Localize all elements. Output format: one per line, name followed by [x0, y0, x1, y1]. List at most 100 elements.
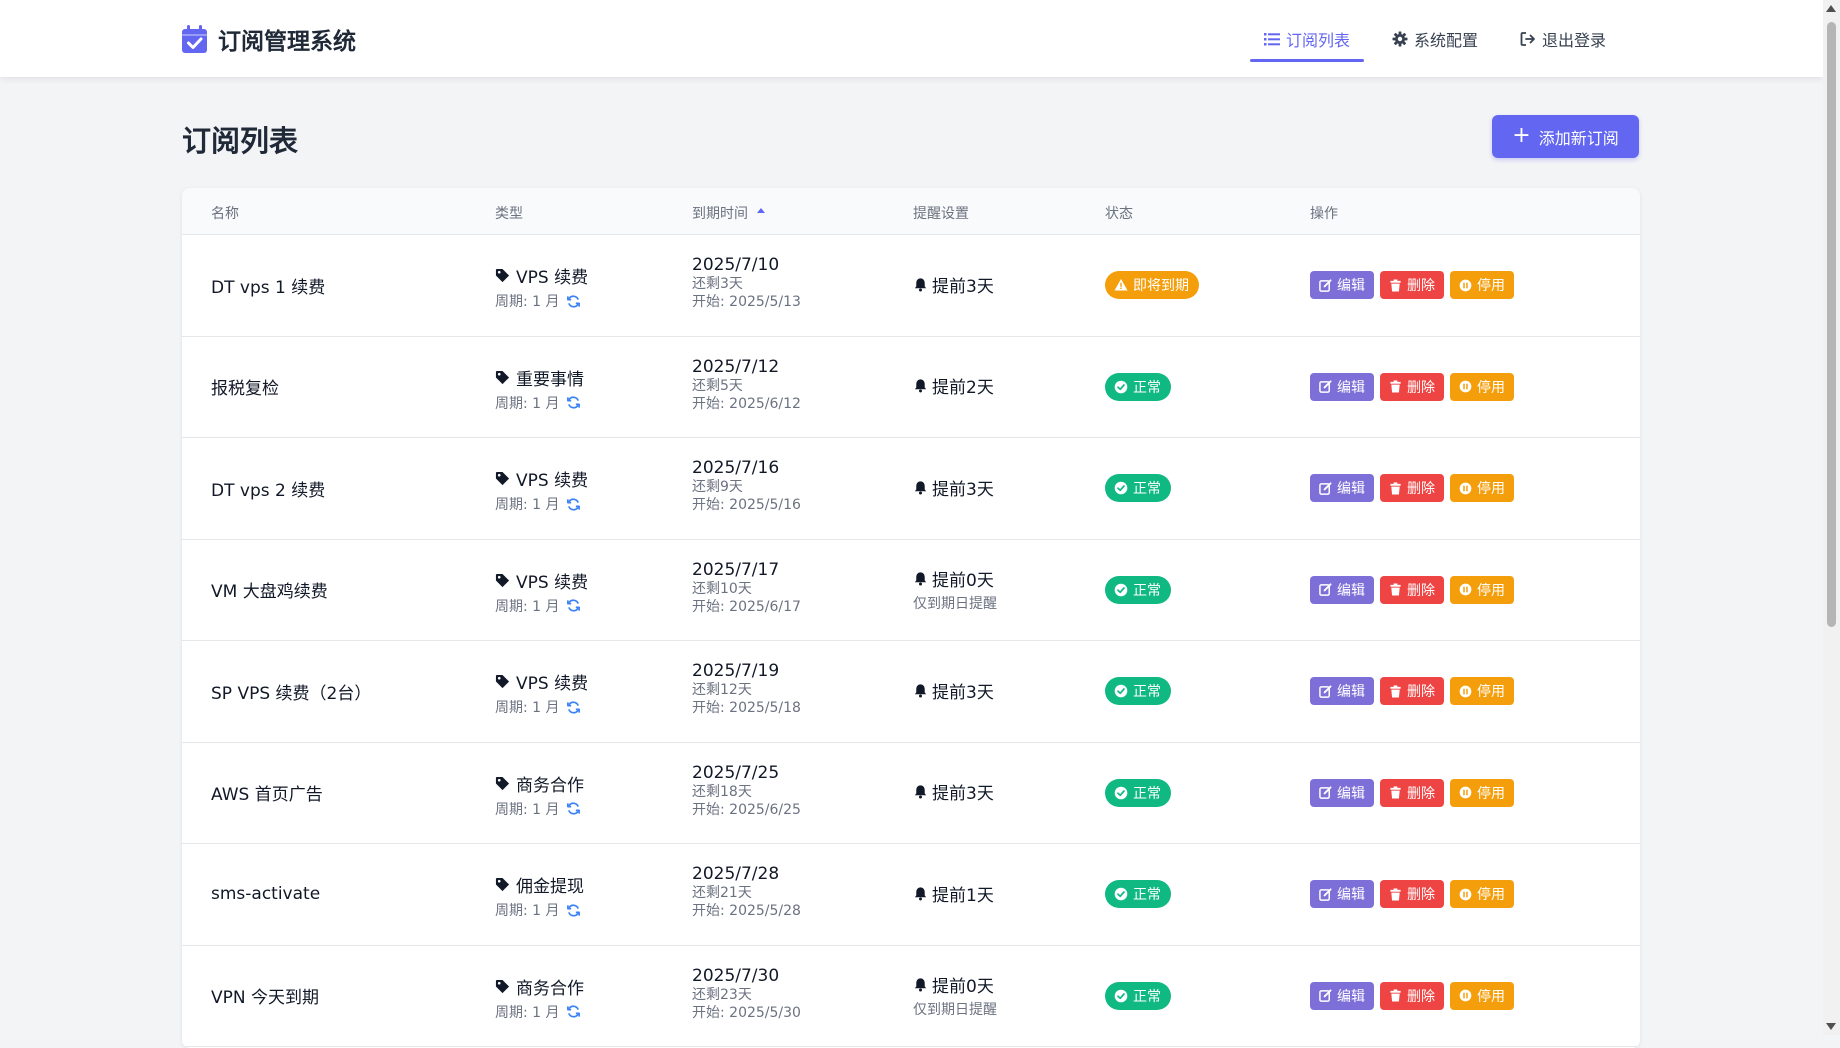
disable-button[interactable]: 停用 [1450, 880, 1514, 909]
delete-label: 删除 [1407, 278, 1435, 295]
column-header-name[interactable]: 名称 [211, 203, 239, 223]
edit-button[interactable]: 编辑 [1310, 677, 1374, 706]
scrollbar-thumb[interactable] [1827, 22, 1836, 627]
expiry-cell: 2025/7/28 还剩21天 开始: 2025/5/28 [692, 864, 801, 920]
status-badge: 正常 [1105, 474, 1171, 503]
disable-button[interactable]: 停用 [1450, 271, 1514, 300]
status-badge: 正常 [1105, 575, 1171, 604]
edit-button[interactable]: 编辑 [1310, 778, 1374, 807]
disable-button[interactable]: 停用 [1450, 778, 1514, 807]
status-cell: 正常 [1105, 438, 1171, 539]
scrollbar[interactable] [1823, 0, 1840, 1035]
tag-icon [495, 268, 510, 283]
nav-item-settings[interactable]: 系统配置 [1378, 16, 1492, 62]
check-circle-icon [1114, 786, 1128, 800]
status-cell: 正常 [1105, 337, 1171, 438]
delete-button[interactable]: 删除 [1380, 474, 1444, 503]
delete-button[interactable]: 删除 [1380, 981, 1444, 1010]
header-label: 类型 [495, 206, 523, 222]
period-text: 周期: 1 月 [495, 801, 560, 818]
disable-button[interactable]: 停用 [1450, 575, 1514, 604]
edit-button[interactable]: 编辑 [1310, 474, 1374, 503]
sync-icon [566, 802, 580, 815]
disable-button[interactable]: 停用 [1450, 677, 1514, 706]
scroll-down-arrow-icon[interactable] [1826, 1023, 1836, 1030]
edit-button[interactable]: 编辑 [1310, 880, 1374, 909]
status-text: 正常 [1133, 379, 1161, 396]
edit-button[interactable]: 编辑 [1310, 981, 1374, 1010]
subscription-name: DT vps 2 续费 [211, 480, 326, 501]
actions-cell: 编辑 删除 停用 [1310, 337, 1514, 438]
disable-button[interactable]: 停用 [1450, 372, 1514, 401]
bell-icon [914, 278, 927, 292]
disable-button[interactable]: 停用 [1450, 981, 1514, 1010]
add-subscription-button[interactable]: + 添加新订阅 [1492, 115, 1639, 158]
period-label: 周期: 1 月 [495, 1002, 584, 1022]
subscription-name: VPN 今天到期 [211, 988, 320, 1009]
column-header-status[interactable]: 状态 [1105, 203, 1133, 223]
status-text: 即将到期 [1133, 278, 1189, 295]
bell-icon [914, 379, 927, 393]
start-date: 开始: 2025/5/13 [692, 294, 801, 310]
delete-button[interactable]: 删除 [1380, 880, 1444, 909]
actions-cell: 编辑 删除 停用 [1310, 946, 1514, 1047]
delete-label: 删除 [1407, 582, 1435, 599]
expiry-date: 2025/7/16 [692, 458, 780, 478]
plus-icon: + [1512, 122, 1531, 148]
sync-icon [566, 294, 580, 308]
type-cell: VPS 续费 周期: 1 月 [495, 466, 588, 514]
nav-label: 订阅列表 [1286, 31, 1351, 50]
column-header-type[interactable]: 类型 [495, 203, 523, 223]
days-left: 还剩10天 [692, 580, 752, 597]
column-header-expiry[interactable]: 到期时间 [692, 203, 766, 223]
reminder-label: 提前3天 [913, 475, 994, 500]
status-text: 正常 [1133, 582, 1161, 599]
edit-button[interactable]: 编辑 [1310, 372, 1374, 401]
status-cell: 正常 [1105, 540, 1171, 641]
nav-item-subscriptions[interactable]: 订阅列表 [1250, 16, 1365, 62]
reminder-cell: 提前3天 [913, 743, 994, 844]
actions-cell: 编辑 删除 停用 [1310, 641, 1514, 742]
delete-button[interactable]: 删除 [1380, 575, 1444, 604]
subscription-name: VM 大盘鸡续费 [211, 582, 328, 603]
period-label: 周期: 1 月 [495, 799, 584, 819]
delete-button[interactable]: 删除 [1380, 372, 1444, 401]
table-header: 名称 类型 到期时间 提醒设置 状态 操作 [182, 188, 1640, 235]
tag-icon [495, 877, 510, 892]
nav-item-logout[interactable]: 退出登录 [1506, 16, 1620, 62]
column-header-reminder[interactable]: 提醒设置 [913, 203, 969, 223]
actions-cell: 编辑 删除 停用 [1310, 540, 1514, 641]
edit-button[interactable]: 编辑 [1310, 271, 1374, 300]
expiry-date: 2025/7/30 [692, 965, 780, 986]
type-label: VPS 续费 [495, 466, 588, 491]
delete-button[interactable]: 删除 [1380, 677, 1444, 706]
header-label: 状态 [1105, 206, 1133, 222]
expiry-cell: 2025/7/10 还剩3天 开始: 2025/5/13 [692, 255, 801, 311]
table-row: 报税复检 重要事情 周期: 1 月 2025/7/12 还剩5天 开始: 202… [182, 337, 1640, 438]
reminder-text: 提前3天 [932, 682, 994, 703]
edit-button[interactable]: 编辑 [1310, 575, 1374, 604]
reminder-label: 提前3天 [913, 779, 994, 804]
delete-button[interactable]: 删除 [1380, 778, 1444, 807]
start-date: 开始: 2025/5/28 [692, 903, 801, 919]
app-title: 订阅管理系统 [218, 29, 356, 55]
disable-button[interactable]: 停用 [1450, 474, 1514, 503]
reminder-label: 提前1天 [913, 881, 994, 906]
disable-label: 停用 [1477, 988, 1505, 1005]
edit-icon [1319, 989, 1332, 1003]
actions-cell: 编辑 删除 停用 [1310, 438, 1514, 539]
start-date: 开始: 2025/5/30 [692, 1004, 801, 1021]
actions-cell: 编辑 删除 停用 [1310, 235, 1514, 336]
edit-label: 编辑 [1337, 988, 1365, 1005]
pause-circle-icon [1459, 482, 1472, 495]
reminder-label: 提前0天 [913, 972, 997, 997]
reminder-cell: 提前0天 仅到期日提醒 [913, 540, 997, 641]
scroll-up-arrow-icon[interactable] [1826, 5, 1836, 12]
expiry-cell: 2025/7/17 还剩10天 开始: 2025/6/17 [692, 560, 801, 616]
delete-button[interactable]: 删除 [1380, 271, 1444, 300]
status-text: 正常 [1133, 481, 1161, 498]
table-row: AWS 首页广告 商务合作 周期: 1 月 2025/7/25 还剩18天 开始… [182, 743, 1640, 844]
status-cell: 正常 [1105, 946, 1171, 1047]
brand[interactable]: 订阅管理系统 [181, 22, 356, 56]
edit-icon [1319, 380, 1332, 394]
